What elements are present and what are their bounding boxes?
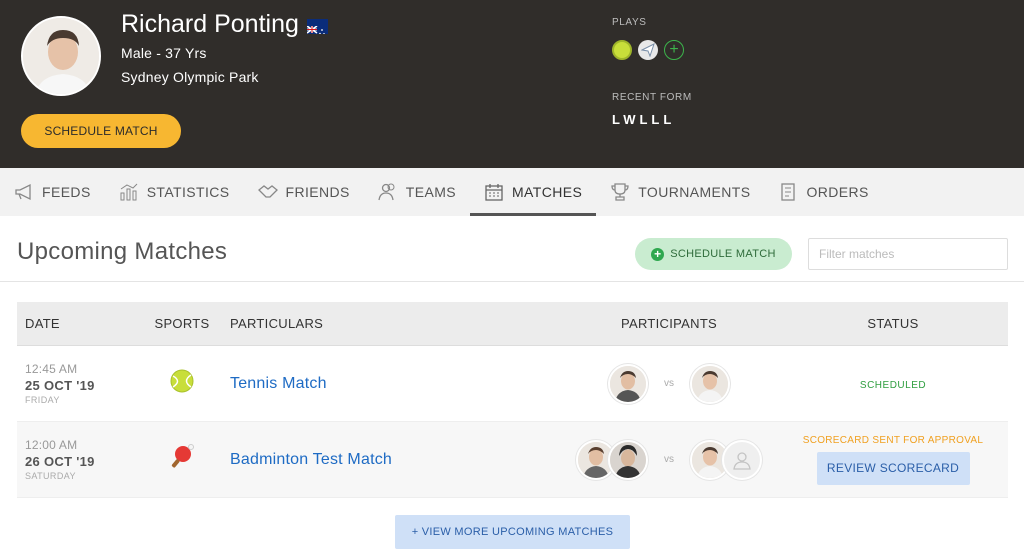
megaphone-icon: [14, 182, 34, 202]
handshake-icon: [257, 182, 278, 202]
match-title-link[interactable]: Badminton Test Match: [230, 451, 392, 468]
review-scorecard-button[interactable]: REVIEW SCORECARD: [816, 451, 970, 485]
australia-flag-icon: [306, 19, 328, 34]
schedule-match-button[interactable]: SCHEDULE MATCH: [21, 114, 181, 148]
paper-plane-icon: [638, 40, 658, 60]
trophy-icon: [610, 182, 630, 202]
particulars-cell: Tennis Match: [230, 375, 560, 393]
matches-table: DATE SPORTS PARTICULARS PARTICIPANTS STA…: [17, 302, 1008, 498]
tab-matches[interactable]: MATCHES: [470, 168, 597, 216]
recent-form-value: LWLLL: [612, 112, 676, 127]
receipt-icon: [778, 182, 798, 202]
profile-avatar: [21, 16, 101, 96]
match-date: 26 OCT '19: [25, 454, 95, 469]
tennis-ball-icon: [612, 40, 632, 60]
schedule-match-label: SCHEDULE MATCH: [670, 248, 776, 260]
match-date-cell: 12:45 AM 25 OCT '19 FRIDAY: [17, 362, 134, 405]
matches-panel: Upcoming Matches + SCHEDULE MATCH DATE S…: [0, 216, 1024, 557]
column-header-status: STATUS: [867, 316, 919, 331]
tab-label: FEEDS: [42, 184, 91, 200]
player-name-text: Richard Ponting: [121, 10, 299, 38]
page-title: Upcoming Matches: [17, 238, 228, 265]
tab-tournaments[interactable]: TOURNAMENTS: [596, 168, 764, 216]
plus-circle-icon: +: [651, 247, 665, 261]
sport-cell: [134, 444, 230, 475]
column-header-date: DATE: [25, 316, 60, 331]
column-header-sports: SPORTS: [154, 316, 210, 331]
tab-label: TOURNAMENTS: [638, 184, 751, 200]
participant-avatar[interactable]: [608, 439, 648, 480]
table-row: 12:00 AM 26 OCT '19 SATURDAY Badminton T…: [17, 422, 1008, 498]
filter-matches-input[interactable]: [808, 238, 1008, 270]
team-b: [690, 363, 730, 404]
team-b: [690, 439, 762, 480]
match-date-cell: 12:00 AM 26 OCT '19 SATURDAY: [17, 438, 134, 481]
match-time: 12:00 AM: [25, 438, 78, 452]
recent-form-label: RECENT FORM: [612, 92, 692, 103]
tennis-ball-icon: [170, 369, 194, 398]
player-gender-age: Male - 37 Yrs: [121, 45, 207, 61]
status-badge: SCHEDULED: [859, 379, 927, 391]
versus-label: vs: [664, 454, 674, 465]
particulars-cell: Badminton Test Match: [230, 451, 560, 469]
bar-chart-icon: [119, 182, 139, 202]
tab-statistics[interactable]: STATISTICS: [105, 168, 244, 216]
calendar-icon: [484, 182, 504, 202]
ping-pong-icon: [169, 444, 195, 475]
table-row: 12:45 AM 25 OCT '19 FRIDAY Tennis Match: [17, 346, 1008, 422]
tab-friends[interactable]: FRIENDS: [244, 168, 364, 216]
users-icon: [378, 182, 398, 202]
profile-tabs: FEEDS STATISTICS FRIENDS TEAMS MATCHES T…: [0, 168, 1024, 216]
participant-avatar[interactable]: [608, 363, 648, 404]
tab-orders[interactable]: ORDERS: [764, 168, 882, 216]
status-cell: SCHEDULED: [778, 375, 1008, 393]
tab-teams[interactable]: TEAMS: [364, 168, 470, 216]
participants-cell: vs: [560, 439, 778, 480]
schedule-match-button-secondary[interactable]: + SCHEDULE MATCH: [635, 238, 792, 270]
column-header-participants: PARTICIPANTS: [620, 316, 718, 331]
placeholder-user-icon[interactable]: [722, 439, 762, 480]
tab-label: ORDERS: [806, 184, 869, 200]
match-weekday: FRIDAY: [25, 395, 60, 405]
tab-feeds[interactable]: FEEDS: [0, 168, 105, 216]
match-weekday: SATURDAY: [25, 471, 76, 481]
player-name: Richard Ponting: [121, 10, 328, 39]
add-sport-icon[interactable]: +: [664, 40, 684, 60]
team-a: [576, 439, 648, 480]
profile-header: Richard Ponting Male - 37 Yrs Sydney Oly…: [0, 0, 1024, 168]
status-cell: SCORECARD SENT FOR APPROVAL REVIEW SCORE…: [778, 435, 1008, 485]
tab-label: TEAMS: [405, 184, 456, 200]
participant-avatar[interactable]: [690, 363, 730, 404]
status-badge: SCORECARD SENT FOR APPROVAL: [802, 434, 984, 446]
plays-icons: +: [612, 40, 684, 60]
tab-label: MATCHES: [512, 184, 583, 200]
divider: [0, 281, 1024, 282]
column-header-particulars: PARTICULARS: [230, 316, 324, 331]
player-location: Sydney Olympic Park: [121, 69, 259, 85]
versus-label: vs: [664, 378, 674, 389]
table-header: DATE SPORTS PARTICULARS PARTICIPANTS STA…: [17, 302, 1008, 346]
sport-cell: [134, 369, 230, 398]
plays-label: PLAYS: [612, 17, 647, 28]
tab-label: FRIENDS: [285, 184, 350, 200]
team-a: [608, 363, 648, 404]
tab-label: STATISTICS: [146, 184, 230, 200]
participants-cell: vs: [560, 363, 778, 404]
match-title-link[interactable]: Tennis Match: [230, 375, 327, 392]
match-time: 12:45 AM: [25, 362, 78, 376]
match-date: 25 OCT '19: [25, 378, 95, 393]
view-more-matches-button[interactable]: + VIEW MORE UPCOMING MATCHES: [395, 515, 630, 549]
